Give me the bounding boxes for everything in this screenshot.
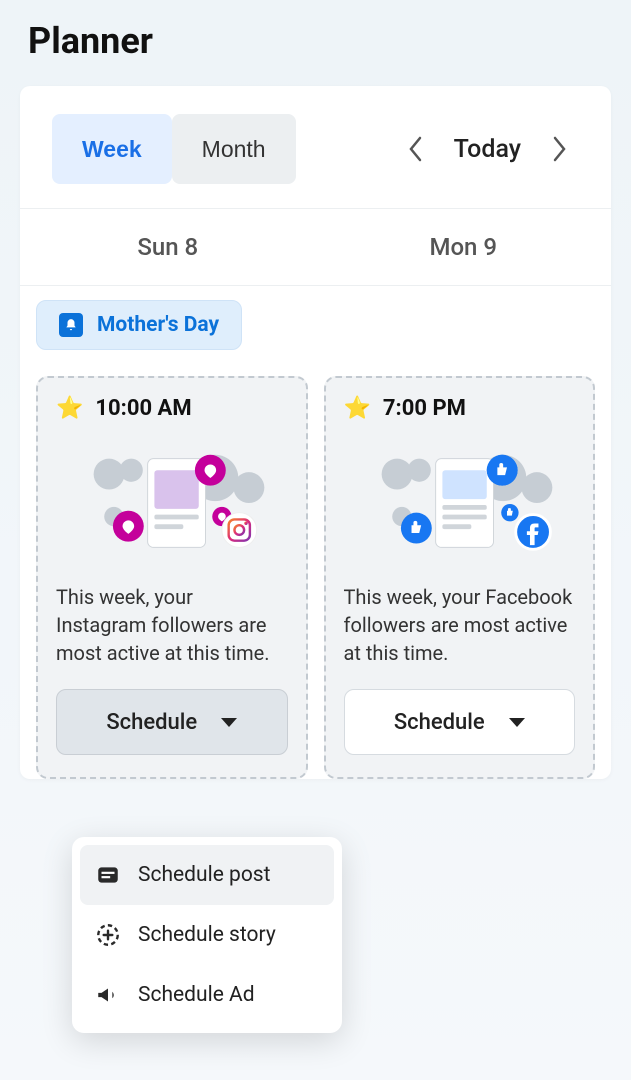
schedule-dropdown: Schedule post Schedule story Schedule Ad	[72, 837, 342, 1033]
time-label: 7:00 PM	[383, 396, 466, 421]
card-text: This week, your Instagram followers are …	[56, 583, 288, 667]
post-icon	[94, 861, 122, 889]
view-week-button[interactable]: Week	[52, 114, 172, 184]
event-name: Mother's Day	[97, 313, 219, 337]
date-nav: Today	[396, 129, 579, 169]
menu-schedule-ad[interactable]: Schedule Ad	[80, 965, 334, 1025]
card-text: This week, your Facebook followers are m…	[344, 583, 576, 667]
event-row: Mother's Day	[20, 286, 611, 360]
schedule-button-label: Schedule	[106, 710, 197, 735]
today-button[interactable]: Today	[454, 135, 521, 164]
schedule-button-label: Schedule	[394, 710, 485, 735]
suggestion-card-facebook: ⭐ 7:00 PM	[324, 376, 596, 779]
bell-icon	[59, 313, 83, 337]
schedule-button[interactable]: Schedule	[344, 689, 576, 755]
chevron-down-icon	[221, 718, 237, 727]
instagram-illustration	[56, 439, 288, 569]
menu-schedule-post[interactable]: Schedule post	[80, 845, 334, 905]
page-title: Planner	[0, 0, 631, 86]
toolbar: Week Month Today	[20, 86, 611, 208]
view-month-button[interactable]: Month	[172, 114, 296, 184]
menu-schedule-story[interactable]: Schedule story	[80, 905, 334, 965]
star-icon: ⭐	[344, 396, 371, 421]
menu-label: Schedule Ad	[138, 983, 255, 1007]
planner-panel: Week Month Today Sun 8 Mon 9 Mother's Da…	[20, 86, 611, 779]
event-badge[interactable]: Mother's Day	[36, 300, 242, 350]
star-icon: ⭐	[56, 396, 83, 421]
day-header-sun[interactable]: Sun 8	[20, 209, 316, 285]
suggestion-card-instagram: ⭐ 10:00 AM	[36, 376, 308, 779]
card-time: ⭐ 10:00 AM	[56, 396, 288, 421]
facebook-illustration	[344, 439, 576, 569]
schedule-button[interactable]: Schedule	[56, 689, 288, 755]
chevron-down-icon	[509, 718, 525, 727]
card-time: ⭐ 7:00 PM	[344, 396, 576, 421]
view-toggle: Week Month	[52, 114, 296, 184]
menu-label: Schedule story	[138, 923, 276, 947]
suggestion-cards: ⭐ 10:00 AM	[20, 360, 611, 779]
megaphone-icon	[94, 981, 122, 1009]
story-icon	[94, 921, 122, 949]
prev-arrow-icon[interactable]	[396, 129, 436, 169]
day-headers: Sun 8 Mon 9	[20, 208, 611, 286]
day-header-mon[interactable]: Mon 9	[316, 209, 612, 285]
menu-label: Schedule post	[138, 863, 271, 887]
time-label: 10:00 AM	[95, 396, 191, 421]
next-arrow-icon[interactable]	[539, 129, 579, 169]
